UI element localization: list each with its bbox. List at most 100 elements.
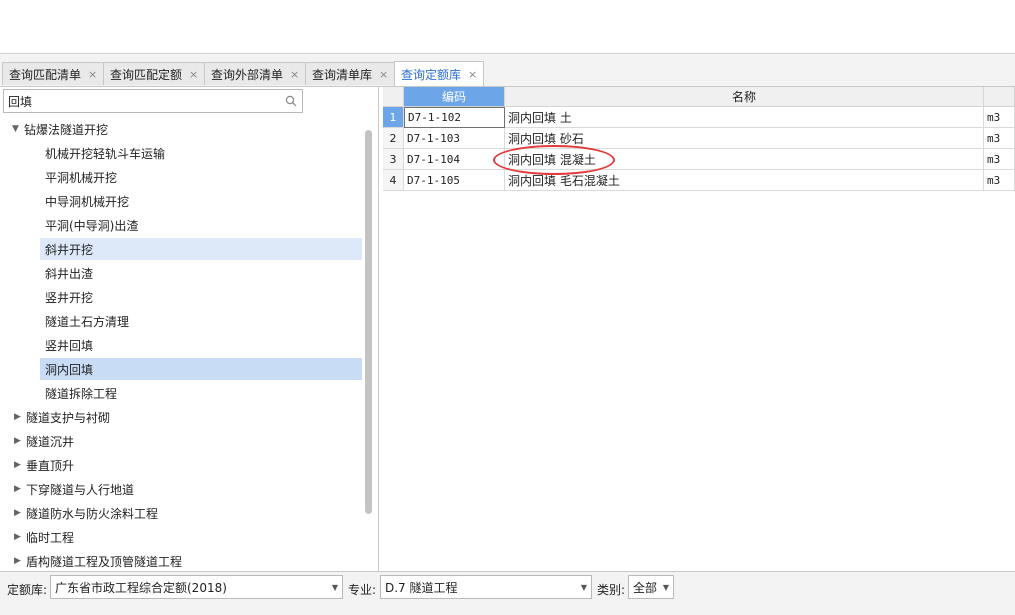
code-cell[interactable]: D7-1-105 <box>404 170 505 191</box>
tree-group[interactable]: ▶ 隧道支护与衬砌 <box>14 406 110 428</box>
tree-group[interactable]: ▶ 隧道防水与防火涂料工程 <box>14 502 158 524</box>
tree-item[interactable]: 斜井出渣 <box>40 262 362 284</box>
tree-item[interactable]: 平洞(中导洞)出渣 <box>40 214 362 236</box>
tree-item[interactable]: 竖井开挖 <box>40 286 362 308</box>
tree-item-label: 机械开挖轻轨斗车运输 <box>45 146 166 161</box>
tab-query-external-list[interactable]: 查询外部清单 × <box>204 62 307 85</box>
name-cell[interactable]: 洞内回填 砂石 <box>505 128 984 149</box>
tree-group[interactable]: ▶ 隧道沉井 <box>14 430 74 452</box>
code-cell[interactable]: D7-1-104 <box>404 149 505 170</box>
tree-item-label: 竖井开挖 <box>45 290 94 305</box>
tree-item-hovered[interactable]: 斜井开挖 <box>40 238 362 260</box>
tree-item-label: 竖井回填 <box>45 338 94 353</box>
search-icon[interactable] <box>280 95 302 107</box>
code-column-header[interactable]: 编码 <box>404 87 505 107</box>
row-number-header <box>383 87 404 107</box>
tab-query-quota-library[interactable]: 查询定额库 × <box>394 61 485 86</box>
tab-query-list-library[interactable]: 查询清单库 × <box>305 62 396 85</box>
caret-right-icon[interactable]: ▶ <box>14 484 26 494</box>
close-icon[interactable]: × <box>189 68 198 81</box>
top-panel <box>0 0 1015 54</box>
close-icon[interactable]: × <box>290 68 299 81</box>
tree-item-label: 斜井开挖 <box>45 242 94 257</box>
tree-group-label: 隧道支护与衬砌 <box>26 410 111 425</box>
tree-group-label: 盾构隧道工程及顶管隧道工程 <box>26 554 183 569</box>
specialty-value: D.7 隧道工程 <box>385 580 458 595</box>
library-value: 广东省市政工程综合定额(2018) <box>55 580 227 595</box>
search-input[interactable]: 回填 <box>3 89 303 113</box>
name-cell[interactable]: 洞内回填 土 <box>505 107 984 128</box>
library-select[interactable]: 广东省市政工程综合定额(2018) ▼ <box>50 575 343 599</box>
name-cell[interactable]: 洞内回填 毛石混凝土 <box>505 170 984 191</box>
tree-group-drill-blast[interactable]: ▼ 钻爆法隧道开挖 <box>12 118 108 140</box>
tree-group-label: 临时工程 <box>26 530 75 545</box>
library-label: 定额库: <box>7 583 48 597</box>
tree-item[interactable]: 机械开挖轻轨斗车运输 <box>40 142 362 164</box>
caret-right-icon[interactable]: ▶ <box>14 412 26 422</box>
caret-down-icon[interactable]: ▼ <box>12 124 24 134</box>
table-row[interactable]: 1 D7-1-102 洞内回填 土 m3 <box>383 107 1015 128</box>
tree-item-label: 隧道拆除工程 <box>45 386 118 401</box>
search-value: 回填 <box>8 94 33 109</box>
caret-right-icon[interactable]: ▶ <box>14 436 26 446</box>
tree-item-selected[interactable]: 洞内回填 <box>40 358 362 380</box>
tab-bar: 查询匹配清单 × 查询匹配定额 × 查询外部清单 × 查询清单库 × 查询定额库… <box>0 60 1015 87</box>
tree-item[interactable]: 竖井回填 <box>40 334 362 356</box>
tree-group-label: 隧道沉井 <box>26 434 75 449</box>
category-value: 全部 <box>633 580 658 595</box>
close-icon[interactable]: × <box>379 68 388 81</box>
tree-item-label: 中导洞机械开挖 <box>45 194 130 209</box>
tree-item-label: 洞内回填 <box>45 362 94 377</box>
tab-label: 查询清单库 <box>312 67 373 82</box>
tree-item-label: 平洞(中导洞)出渣 <box>45 218 139 233</box>
name-column-header[interactable]: 名称 <box>505 87 984 107</box>
category-label: 类别: <box>597 583 626 597</box>
close-icon[interactable]: × <box>468 68 477 81</box>
close-icon[interactable]: × <box>88 68 97 81</box>
code-cell[interactable]: D7-1-103 <box>404 128 505 149</box>
unit-cell[interactable]: m3 <box>984 170 1015 191</box>
category-select[interactable]: 全部 ▼ <box>628 575 674 599</box>
specialty-select[interactable]: D.7 隧道工程 ▼ <box>380 575 592 599</box>
name-header-label: 名称 <box>731 90 756 104</box>
chevron-down-icon[interactable]: ▼ <box>581 583 587 592</box>
tree-group-label: 钻爆法隧道开挖 <box>24 122 109 137</box>
tree-panel: 回填 ▼ 钻爆法隧道开挖 机械开挖轻轨斗车运输 平洞机械开挖 中导洞机械开挖 平… <box>0 87 379 571</box>
caret-right-icon[interactable]: ▶ <box>14 508 26 518</box>
tree-item[interactable]: 隧道土石方清理 <box>40 310 362 332</box>
tab-label: 查询匹配清单 <box>9 67 82 82</box>
tree-group-label: 隧道防水与防火涂料工程 <box>26 506 159 521</box>
unit-cell[interactable]: m3 <box>984 149 1015 170</box>
table-row[interactable]: 3 D7-1-104 洞内回填 混凝土 m3 <box>383 149 1015 170</box>
caret-right-icon[interactable]: ▶ <box>14 460 26 470</box>
tree-item[interactable]: 中导洞机械开挖 <box>40 190 362 212</box>
caret-right-icon[interactable]: ▶ <box>14 556 26 566</box>
row-number: 4 <box>383 170 404 191</box>
tree-item[interactable]: 隧道拆除工程 <box>40 382 362 404</box>
unit-cell[interactable]: m3 <box>984 128 1015 149</box>
tree-group[interactable]: ▶ 盾构隧道工程及顶管隧道工程 <box>14 550 182 572</box>
unit-cell[interactable]: m3 <box>984 107 1015 128</box>
row-number: 2 <box>383 128 404 149</box>
chevron-down-icon[interactable]: ▼ <box>332 583 338 592</box>
code-cell[interactable]: D7-1-102 <box>404 107 505 128</box>
name-cell[interactable]: 洞内回填 混凝土 <box>505 149 984 170</box>
table-row[interactable]: 2 D7-1-103 洞内回填 砂石 m3 <box>383 128 1015 149</box>
table-row[interactable]: 4 D7-1-105 洞内回填 毛石混凝土 m3 <box>383 170 1015 191</box>
filter-bar: 定额库: 广东省市政工程综合定额(2018) ▼ 专业: D.7 隧道工程 ▼ … <box>0 571 1015 615</box>
tab-label: 查询匹配定额 <box>110 67 183 82</box>
row-number: 1 <box>383 107 404 128</box>
caret-right-icon[interactable]: ▶ <box>14 532 26 542</box>
tree-scrollbar[interactable] <box>365 130 372 514</box>
tree-group-label: 下穿隧道与人行地道 <box>26 482 135 497</box>
tree-item-label: 斜井出渣 <box>45 266 94 281</box>
chevron-down-icon[interactable]: ▼ <box>663 583 669 592</box>
tree-item[interactable]: 平洞机械开挖 <box>40 166 362 188</box>
tree-item-label: 平洞机械开挖 <box>45 170 118 185</box>
tree-group[interactable]: ▶ 垂直顶升 <box>14 454 74 476</box>
tab-query-match-list[interactable]: 查询匹配清单 × <box>2 62 105 85</box>
unit-column-header[interactable] <box>984 87 1015 107</box>
tree-group[interactable]: ▶ 下穿隧道与人行地道 <box>14 478 134 500</box>
tree-group[interactable]: ▶ 临时工程 <box>14 526 74 548</box>
tab-query-match-quota[interactable]: 查询匹配定额 × <box>103 62 206 85</box>
